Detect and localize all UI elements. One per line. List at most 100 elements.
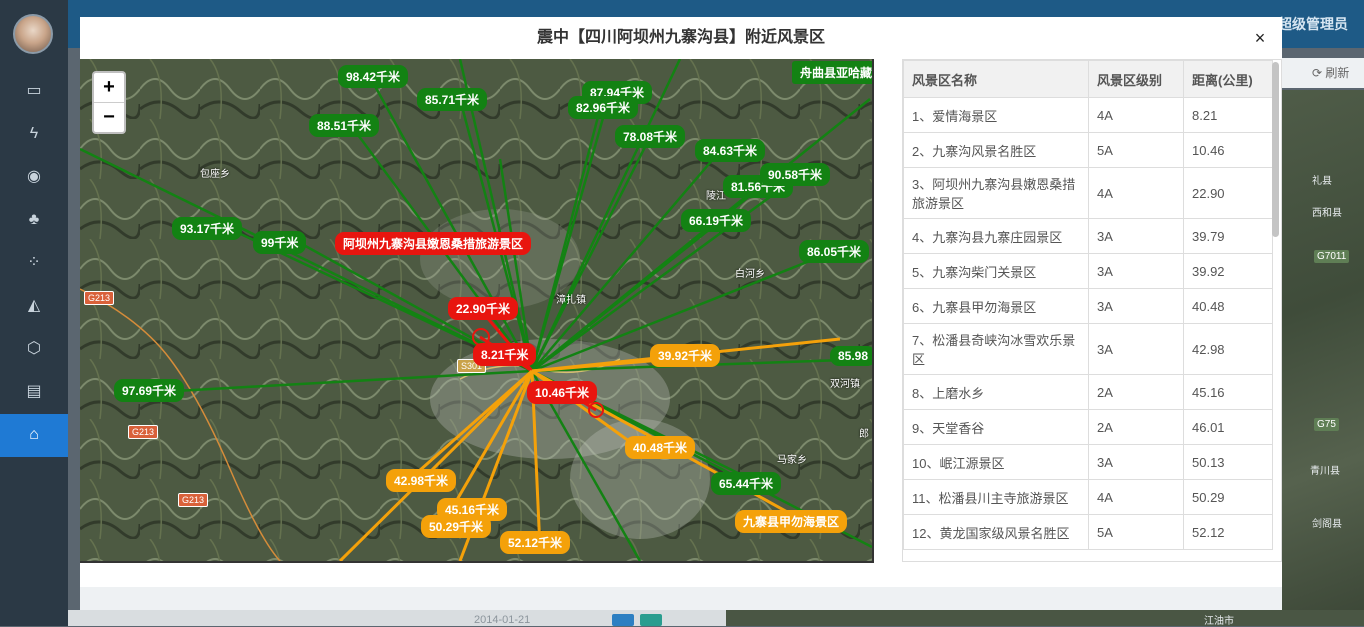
- distance-label[interactable]: 84.63千米: [695, 139, 766, 162]
- distance-label[interactable]: 10.46千米: [527, 381, 598, 404]
- column-header[interactable]: 距离(公里): [1183, 60, 1273, 98]
- distance-cell: 40.48: [1183, 288, 1273, 324]
- distance-cell: 45.16: [1183, 374, 1273, 410]
- distance-cell: 39.79: [1183, 218, 1273, 254]
- distance-label[interactable]: 22.90千米: [448, 297, 519, 320]
- place-label: 西和县: [1312, 208, 1342, 219]
- table-row[interactable]: 5、九寨沟柴门关景区 3A 39.92: [903, 253, 1273, 289]
- distance-label[interactable]: 8.21千米: [473, 343, 537, 366]
- table-row[interactable]: 9、天堂香谷 2A 46.01: [903, 409, 1273, 445]
- sidebar: ▭ ϟ ◉ ♣ ⁘ ◭ ⬡ ▤ ⌂: [0, 0, 68, 626]
- table-row[interactable]: 11、松潘县川主寺旅游景区 4A 50.29: [903, 479, 1273, 515]
- scenic-name-cell: 1、爱情海景区: [903, 97, 1089, 133]
- scenic-name-cell: 11、松潘县川主寺旅游景区: [903, 479, 1089, 515]
- road-tag: G7011: [1314, 250, 1350, 263]
- table-row[interactable]: 12、黄龙国家级风景名胜区 5A 52.12: [903, 514, 1273, 550]
- distance-label[interactable]: 39.92千米: [650, 344, 721, 367]
- distance-cell: 8.21: [1183, 97, 1273, 133]
- satellite-map[interactable]: + − 包座乡 漳扎镇 白河乡 双河镇 马家乡 陵江 郎 G213 G213 G…: [80, 59, 874, 563]
- date-text: 2014-01-21: [474, 614, 531, 626]
- distance-label[interactable]: 50.29千米: [421, 515, 492, 538]
- distance-cell: 52.12: [1183, 514, 1273, 550]
- table-row[interactable]: 2、九寨沟风景名胜区 5A 10.46: [903, 132, 1273, 168]
- table-row[interactable]: 3、阿坝州九寨沟县嫩恩桑措旅游景区 4A 22.90: [903, 167, 1273, 219]
- scenic-level-cell: 3A: [1088, 288, 1184, 324]
- distance-label[interactable]: 85.98: [830, 346, 872, 366]
- distance-label[interactable]: 82.96千米: [568, 96, 639, 119]
- scenic-name-label[interactable]: 九寨县甲勿海景区: [735, 510, 848, 533]
- distance-label[interactable]: 86.05千米: [799, 240, 870, 263]
- scenic-name-label[interactable]: 阿坝州九寨沟县嫩恩桑措旅游景区: [335, 232, 532, 255]
- table-row[interactable]: 7、松潘县奇峡沟冰雪欢乐景区 3A 42.98: [903, 323, 1273, 375]
- avatar[interactable]: [13, 14, 53, 54]
- scenic-name-cell: 8、上磨水乡: [903, 374, 1089, 410]
- distance-cell: 39.92: [1183, 253, 1273, 289]
- distance-label[interactable]: 85.71千米: [417, 88, 488, 111]
- scenic-name-label[interactable]: 舟曲县亚哈藏: [792, 61, 872, 84]
- road-tag: G75: [1314, 418, 1339, 431]
- distance-label[interactable]: 88.51千米: [309, 114, 380, 137]
- place-label: 郎: [859, 429, 869, 440]
- distance-label[interactable]: 66.19千米: [681, 209, 752, 232]
- refresh-button[interactable]: ⟳ 刷新: [1312, 64, 1349, 81]
- bolt-icon[interactable]: ϟ: [18, 120, 50, 148]
- distance-label[interactable]: 99千米: [253, 231, 307, 254]
- distance-cell: 22.90: [1183, 167, 1273, 219]
- refresh-label: 刷新: [1325, 66, 1350, 80]
- table-row[interactable]: 8、上磨水乡 2A 45.16: [903, 374, 1273, 410]
- table-scrollbar[interactable]: [1272, 62, 1279, 237]
- send-button[interactable]: [612, 614, 634, 626]
- place-label: 剑阁县: [1312, 519, 1342, 530]
- scenic-name-cell: 6、九寨县甲勿海景区: [903, 288, 1089, 324]
- bank-icon[interactable]: ⌂: [18, 421, 50, 449]
- scenic-level-cell: 2A: [1088, 374, 1184, 410]
- place-label: 礼县: [1312, 176, 1332, 187]
- distance-label[interactable]: 52.12千米: [500, 531, 571, 554]
- tree-icon[interactable]: ♣: [18, 206, 50, 234]
- distance-label[interactable]: 40.48千米: [625, 436, 696, 459]
- table-row[interactable]: 6、九寨县甲勿海景区 3A 40.48: [903, 288, 1273, 324]
- chart-icon[interactable]: ◭: [18, 292, 50, 320]
- place-label: 青川县: [1310, 466, 1340, 477]
- scenic-level-cell: 3A: [1088, 323, 1184, 375]
- background-map-bottom: 江油市: [726, 610, 1364, 627]
- distance-label[interactable]: 78.08千米: [615, 125, 686, 148]
- close-icon[interactable]: ×: [1250, 28, 1270, 48]
- table-row[interactable]: 1、爱情海景区 4A 8.21: [903, 97, 1273, 133]
- distance-label[interactable]: 42.98千米: [386, 469, 457, 492]
- distance-label[interactable]: 65.44千米: [711, 472, 782, 495]
- box-icon[interactable]: ⬡: [18, 335, 50, 363]
- user-name[interactable]: 超级管理员: [1278, 14, 1348, 34]
- scenic-name-cell: 5、九寨沟柴门关景区: [903, 253, 1089, 289]
- table-row[interactable]: 4、九寨沟县九寨庄园景区 3A 39.79: [903, 218, 1273, 254]
- distance-label[interactable]: 93.17千米: [172, 217, 243, 240]
- target-icon[interactable]: ◉: [18, 163, 50, 191]
- distance-label[interactable]: 97.69千米: [114, 379, 185, 402]
- zoom-out-button[interactable]: −: [94, 102, 124, 132]
- table-row[interactable]: 10、岷江源景区 3A 50.13: [903, 444, 1273, 480]
- distance-cell: 50.29: [1183, 479, 1273, 515]
- background-map: 礼县 西和县 G7011 G75 青川县 剑阁县: [1282, 90, 1364, 626]
- list-button[interactable]: [640, 614, 662, 626]
- place-label: 漳扎镇: [556, 295, 586, 306]
- distance-label[interactable]: 90.58千米: [760, 163, 831, 186]
- road-tag: G213: [178, 493, 209, 507]
- scenic-level-cell: 4A: [1088, 167, 1184, 219]
- scenic-level-cell: 2A: [1088, 409, 1184, 445]
- scenic-level-cell: 3A: [1088, 218, 1184, 254]
- grid-icon[interactable]: ⁘: [18, 249, 50, 277]
- place-label: 江油市: [1204, 616, 1234, 627]
- scenic-table: 风景区名称 风景区级别 距离(公里) 1、爱情海景区 4A 8.21 2、九寨沟风景名…: [902, 59, 1282, 562]
- scenic-name-cell: 7、松潘县奇峡沟冰雪欢乐景区: [903, 323, 1089, 375]
- scenic-level-cell: 3A: [1088, 253, 1184, 289]
- column-header[interactable]: 风景区级别: [1088, 60, 1184, 98]
- column-header[interactable]: 风景区名称: [903, 60, 1089, 98]
- money-icon[interactable]: ▭: [18, 77, 50, 105]
- zoom-in-button[interactable]: +: [94, 73, 124, 102]
- scenic-name-cell: 3、阿坝州九寨沟县嫩恩桑措旅游景区: [903, 167, 1089, 219]
- scenic-name-cell: 2、九寨沟风景名胜区: [903, 132, 1089, 168]
- scenic-name-cell: 12、黄龙国家级风景名胜区: [903, 514, 1089, 550]
- id-card-icon[interactable]: ▤: [18, 378, 50, 406]
- distance-label[interactable]: 98.42千米: [338, 65, 409, 88]
- modal-footer: [80, 587, 1282, 610]
